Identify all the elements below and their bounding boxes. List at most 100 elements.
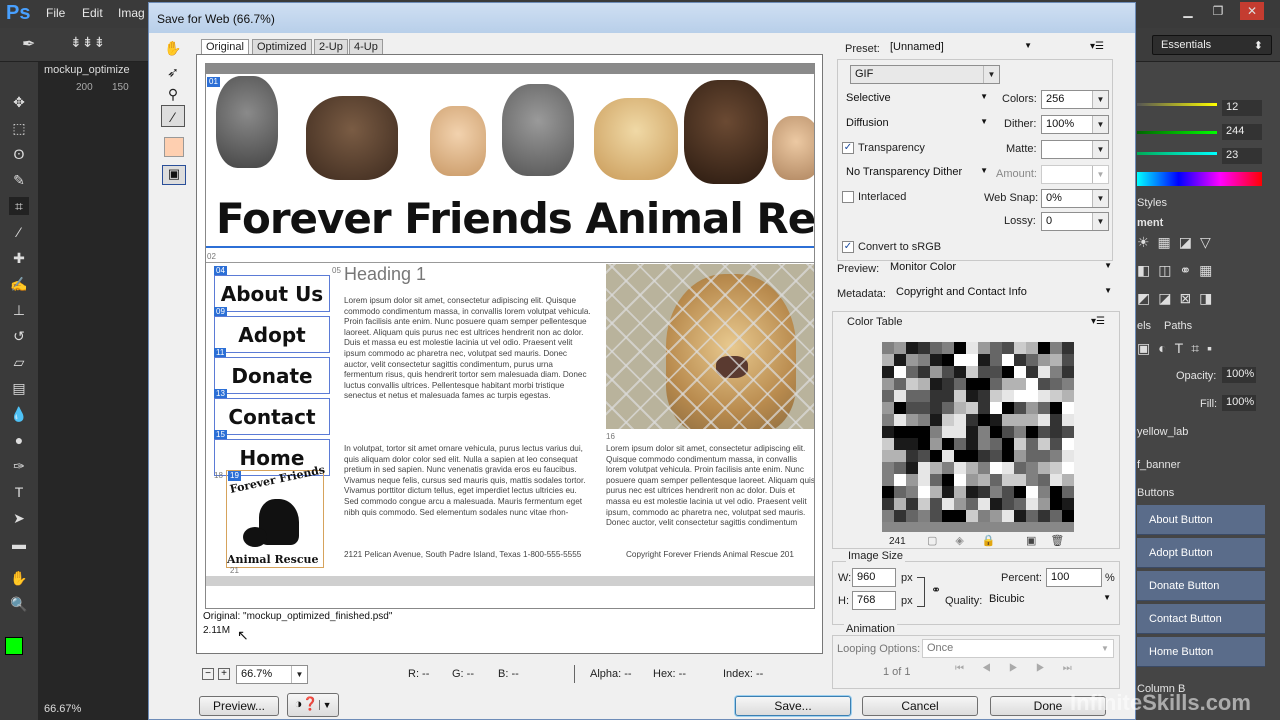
color-swatch[interactable] xyxy=(930,438,942,450)
nav-contact[interactable]: Contact xyxy=(214,398,330,435)
link-icon[interactable]: ⚭ xyxy=(931,583,941,597)
color-swatch[interactable] xyxy=(966,342,978,354)
color-swatch[interactable] xyxy=(990,402,1002,414)
animation-controls[interactable]: ⏮◀▶▶⏭ xyxy=(955,663,1115,681)
color-swatch[interactable] xyxy=(942,414,954,426)
paths-tab[interactable]: Paths xyxy=(1164,320,1192,332)
interlaced-checkbox[interactable] xyxy=(842,191,854,203)
color-swatch[interactable] xyxy=(1062,498,1074,510)
color-swatch[interactable] xyxy=(1002,378,1014,390)
color-swatch[interactable] xyxy=(1062,426,1074,438)
zoom-select[interactable]: 66.7% ▼ xyxy=(236,665,308,684)
color-swatch[interactable] xyxy=(1026,450,1038,462)
color-swatch[interactable] xyxy=(966,366,978,378)
color-swatch[interactable] xyxy=(882,378,894,390)
color-swatch[interactable] xyxy=(966,510,978,522)
brush-icon[interactable]: ✍ xyxy=(9,275,29,293)
menu-file[interactable]: File xyxy=(46,6,65,20)
adjustment-icons-2[interactable]: ◧◫⚭▦ xyxy=(1137,262,1220,279)
color-swatch[interactable] xyxy=(1014,462,1026,474)
color-swatch[interactable] xyxy=(906,342,918,354)
color-swatch[interactable] xyxy=(942,354,954,366)
layer-about-button[interactable]: About Button xyxy=(1137,505,1265,535)
color-swatch[interactable] xyxy=(966,486,978,498)
color-table-action-icons[interactable]: ▢◈🔒 xyxy=(927,534,1014,547)
tab-4up[interactable]: 4-Up xyxy=(349,39,383,55)
brush-tool-icon[interactable]: ✒ xyxy=(22,34,35,54)
color-swatch[interactable] xyxy=(1026,486,1038,498)
color-swatch[interactable] xyxy=(1038,390,1050,402)
color-swatch[interactable] xyxy=(918,462,930,474)
color-swatch[interactable] xyxy=(894,366,906,378)
zoom-icon[interactable]: ⚲ xyxy=(161,83,185,105)
color-swatch[interactable] xyxy=(1014,486,1026,498)
color-swatch[interactable] xyxy=(966,426,978,438)
color-swatch[interactable] xyxy=(1038,486,1050,498)
opacity-value[interactable]: 100% xyxy=(1222,367,1256,383)
slice-label[interactable]: 18 xyxy=(214,471,223,481)
color-swatch[interactable] xyxy=(978,462,990,474)
color-swatch[interactable] xyxy=(894,378,906,390)
width-input[interactable]: 960 xyxy=(852,568,896,587)
color-swatch[interactable] xyxy=(930,354,942,366)
color-swatch[interactable] xyxy=(1014,378,1026,390)
color-swatch[interactable] xyxy=(930,462,942,474)
color-swatch[interactable] xyxy=(1026,462,1038,474)
websnap-input[interactable]: 0% ▼ xyxy=(1041,189,1109,208)
color-swatch[interactable] xyxy=(918,390,930,402)
color-swatch[interactable] xyxy=(954,438,966,450)
adjustment-icons[interactable]: ☀▦◪▽ xyxy=(1137,234,1219,251)
color-swatch[interactable] xyxy=(1062,414,1074,426)
color-swatch[interactable] xyxy=(966,462,978,474)
slice-label[interactable]: 21 xyxy=(230,566,239,576)
color-swatch[interactable] xyxy=(1002,414,1014,426)
color-swatch[interactable] xyxy=(990,474,1002,486)
color-swatch[interactable] xyxy=(978,390,990,402)
color-swatch[interactable] xyxy=(882,366,894,378)
color-swatch[interactable] xyxy=(1038,510,1050,522)
color-swatch[interactable] xyxy=(1038,438,1050,450)
color-swatch[interactable] xyxy=(1014,498,1026,510)
color-swatch[interactable] xyxy=(1062,342,1074,354)
slice-select-icon[interactable]: ➶ xyxy=(161,61,185,83)
color-slider-g[interactable] xyxy=(1137,131,1217,134)
color-swatch[interactable] xyxy=(1062,378,1074,390)
color-swatch[interactable] xyxy=(1062,354,1074,366)
color-swatch[interactable] xyxy=(1026,366,1038,378)
color-swatch[interactable] xyxy=(930,486,942,498)
workspace-select[interactable]: Essentials ⬍ xyxy=(1152,35,1272,55)
quick-select-icon[interactable]: ✎ xyxy=(9,171,29,189)
color-swatch[interactable] xyxy=(978,402,990,414)
color-swatch[interactable] xyxy=(990,438,1002,450)
color-value-g[interactable]: 244 xyxy=(1222,124,1262,140)
layer-adopt-button[interactable]: Adopt Button xyxy=(1137,538,1265,568)
zoom-out-icon[interactable]: − xyxy=(202,668,214,680)
color-swatch[interactable] xyxy=(1014,354,1026,366)
color-swatch[interactable] xyxy=(906,390,918,402)
preset-select[interactable]: [Unnamed] ▼ xyxy=(886,39,1036,58)
layer-group-buttons[interactable]: Buttons xyxy=(1137,487,1174,499)
color-swatch[interactable] xyxy=(930,402,942,414)
color-swatch[interactable] xyxy=(882,438,894,450)
color-swatch[interactable] xyxy=(1050,402,1062,414)
lasso-icon[interactable]: ʘ xyxy=(9,145,29,163)
color-swatch[interactable] xyxy=(1038,474,1050,486)
color-swatch[interactable] xyxy=(1002,474,1014,486)
color-swatch[interactable] xyxy=(906,474,918,486)
color-swatch[interactable] xyxy=(906,366,918,378)
styles-tab[interactable]: Styles xyxy=(1137,197,1167,209)
color-swatch[interactable] xyxy=(894,426,906,438)
color-slider-r[interactable] xyxy=(1137,103,1217,106)
color-swatch[interactable] xyxy=(930,474,942,486)
color-swatch[interactable] xyxy=(1002,438,1014,450)
color-swatch[interactable] xyxy=(1038,366,1050,378)
color-swatch[interactable] xyxy=(1002,342,1014,354)
color-swatch[interactable] xyxy=(966,414,978,426)
color-swatch[interactable] xyxy=(882,402,894,414)
color-swatch[interactable] xyxy=(942,462,954,474)
stamp-icon[interactable]: ⊥ xyxy=(9,301,29,319)
color-swatch[interactable] xyxy=(1062,462,1074,474)
pen-icon[interactable]: ✑ xyxy=(9,457,29,475)
layer-yellow-lab[interactable]: yellow_lab xyxy=(1137,426,1188,438)
color-swatch[interactable] xyxy=(990,498,1002,510)
